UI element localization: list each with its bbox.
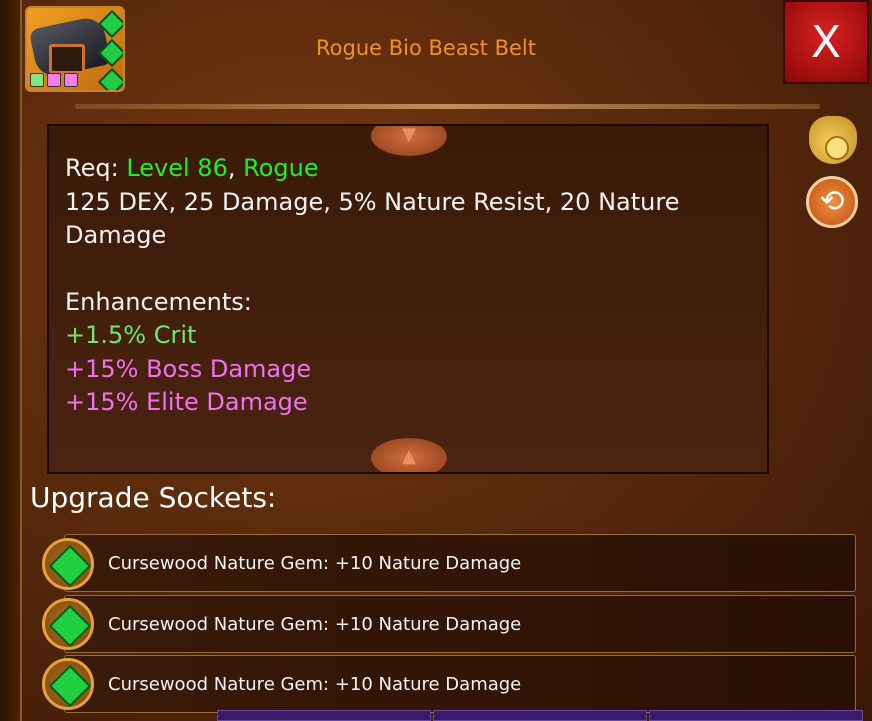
enhancement-crit: +1.5% Crit: [65, 321, 197, 349]
description-panel[interactable]: ▼ Req: Level 86, Rogue 125 DEX, 25 Damag…: [47, 124, 769, 474]
socket-label: Cursewood Nature Gem: +10 Nature Damage: [108, 614, 522, 635]
bottom-tab[interactable]: [217, 710, 431, 721]
panel-frame: [0, 0, 22, 721]
gem-slot-stack: [97, 9, 123, 90]
enhancement-elite-damage: +15% Elite Damage: [65, 388, 308, 416]
chevron-down-icon: ▼: [402, 124, 416, 145]
socket-label: Cursewood Nature Gem: +10 Nature Damage: [108, 674, 522, 695]
rarity-dots: [30, 73, 78, 87]
rarity-dot: [64, 73, 78, 87]
item-title: Rogue Bio Beast Belt: [316, 36, 536, 60]
req-separator: ,: [227, 154, 244, 182]
bottom-tab[interactable]: [649, 710, 863, 721]
green-gem-icon[interactable]: [42, 598, 94, 650]
socket-label: Cursewood Nature Gem: +10 Nature Damage: [108, 553, 522, 574]
req-class: Rogue: [243, 154, 319, 182]
chevron-up-icon: ▲: [402, 446, 416, 467]
scroll-up-button[interactable]: ▲: [371, 438, 447, 472]
rarity-dot: [30, 73, 44, 87]
stats-line: 125 DEX, 25 Damage, 5% Nature Resist, 20…: [65, 187, 680, 250]
sell-button[interactable]: [809, 116, 857, 164]
req-label: Req:: [65, 154, 127, 182]
description-text: Req: Level 86, Rogue 125 DEX, 25 Damage,…: [65, 152, 755, 420]
swap-button[interactable]: ⟲: [806, 176, 858, 228]
buckle-icon: [49, 44, 85, 74]
header-divider: [75, 104, 820, 109]
close-button[interactable]: X: [783, 0, 869, 84]
enhancements-title: Enhancements:: [65, 287, 252, 316]
enhancement-boss-damage: +15% Boss Damage: [65, 354, 312, 383]
rarity-dot: [47, 73, 61, 87]
gem-slot-icon: [97, 9, 123, 39]
req-level: Level 86: [126, 154, 228, 182]
swap-arrows-icon: ⟲: [819, 184, 845, 219]
requirement-line: Req: Level 86, Rogue: [65, 152, 755, 186]
coin-bag-icon: [825, 136, 849, 160]
gem-slot-icon: [97, 38, 123, 68]
green-gem-icon[interactable]: [42, 538, 94, 590]
gem-slot-icon: [97, 67, 123, 90]
item-icon[interactable]: [25, 6, 125, 92]
green-gem-icon[interactable]: [42, 658, 94, 710]
upgrade-sockets-title: Upgrade Sockets:: [30, 481, 277, 514]
bottom-tab[interactable]: [433, 710, 647, 721]
